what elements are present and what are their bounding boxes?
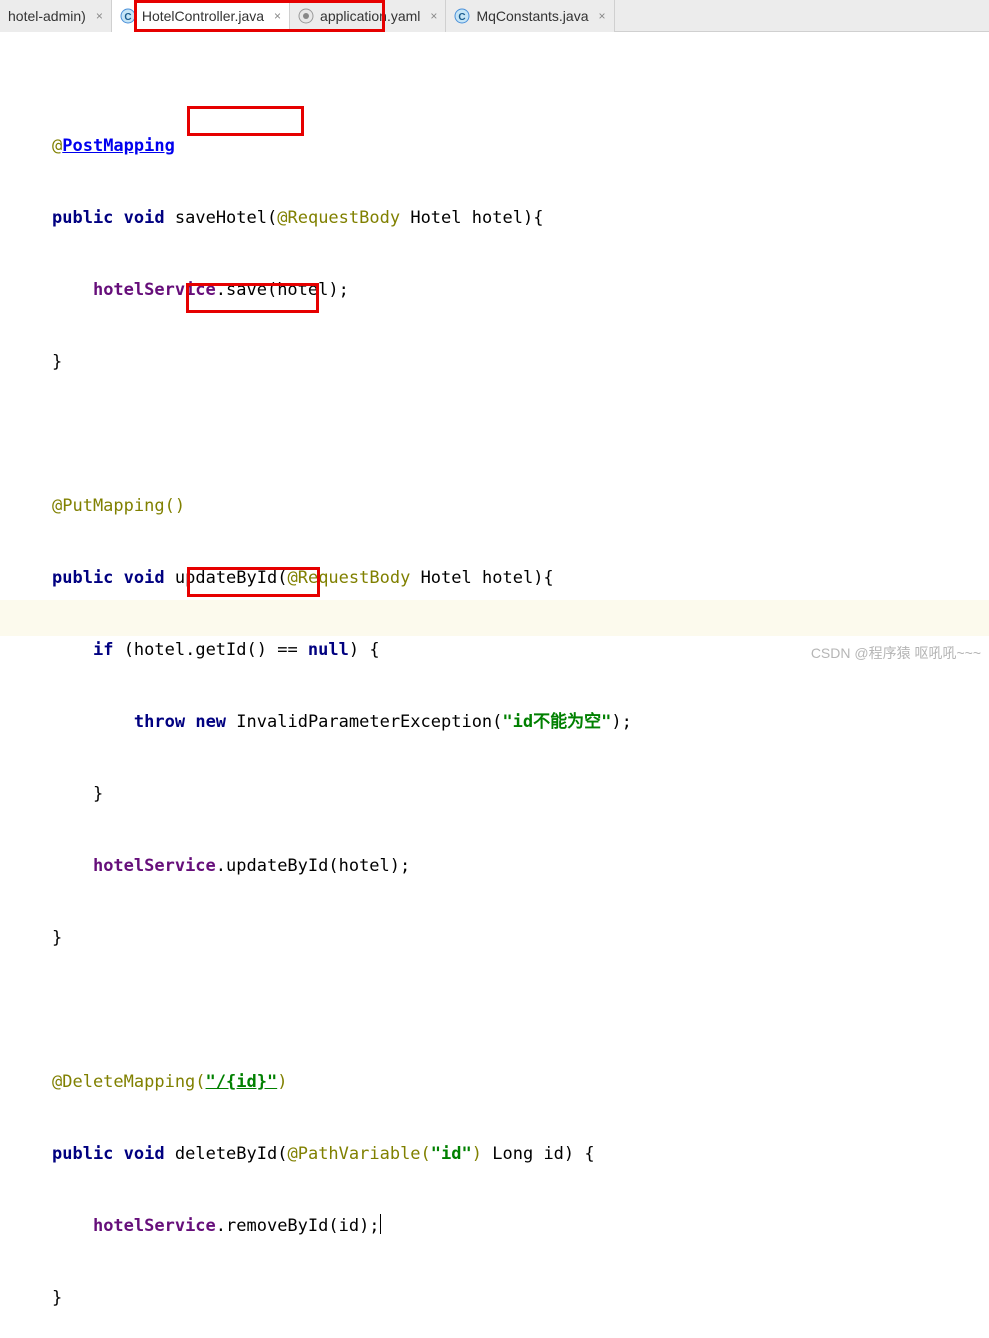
annotation-pathvariable: @PathVariable( — [287, 1144, 430, 1164]
keyword-public: public — [52, 208, 113, 228]
class-icon: C — [120, 8, 136, 24]
tab-hotelcontroller[interactable]: C HotelController.java × — [112, 0, 290, 32]
method-deletebyid: deleteById — [175, 1144, 277, 1164]
string-path: "/{id}" — [206, 1072, 278, 1092]
close-icon[interactable]: × — [430, 9, 437, 23]
call-removebyid: .removeById(id); — [216, 1216, 380, 1236]
code-editor[interactable]: @PostMapping public void saveHotel(@Requ… — [0, 32, 989, 1338]
annotation-postmapping[interactable]: PostMapping — [62, 136, 175, 156]
yaml-icon — [298, 8, 314, 24]
keyword-throw: throw — [134, 712, 185, 732]
field-hotelservice: hotelService — [93, 280, 216, 300]
string-id: "id" — [431, 1144, 472, 1164]
param-hotel: hotel — [472, 208, 523, 228]
string-idmsg: "id不能为空" — [502, 712, 611, 732]
tab-mqconstants[interactable]: C MqConstants.java × — [446, 0, 614, 32]
close-icon[interactable]: × — [96, 9, 103, 23]
keyword-void: void — [124, 208, 165, 228]
text-cursor — [380, 1214, 381, 1234]
method-updatebyid: updateById — [175, 568, 277, 588]
tab-label: hotel-admin) — [8, 8, 86, 24]
param-hotel: hotel — [482, 568, 533, 588]
keyword-if: if — [93, 640, 113, 660]
annotation-deletemapping: @DeleteMapping( — [52, 1072, 206, 1092]
keyword-void: void — [124, 568, 165, 588]
keyword-new: new — [195, 712, 226, 732]
paren-close: ) — [277, 1072, 287, 1092]
svg-text:C: C — [124, 12, 131, 23]
tab-label: HotelController.java — [142, 8, 264, 24]
keyword-void: void — [124, 1144, 165, 1164]
tab-label: application.yaml — [320, 8, 420, 24]
keyword-public: public — [52, 1144, 113, 1164]
param-id: id — [543, 1144, 563, 1164]
annotation-at: @ — [52, 136, 62, 156]
keyword-public: public — [52, 568, 113, 588]
field-hotelservice: hotelService — [93, 1216, 216, 1236]
class-invalidparam: InvalidParameterException( — [236, 712, 502, 732]
type-hotel: Hotel — [410, 208, 461, 228]
watermark: CSDN @程序猿 呕吼吼~~~ — [811, 643, 981, 663]
class-icon: C — [454, 8, 470, 24]
field-hotelservice: hotelService — [93, 856, 216, 876]
type-long: Long — [492, 1144, 533, 1164]
paren-close: ) — [472, 1144, 482, 1164]
paren-end: ); — [611, 712, 631, 732]
expr-getid: (hotel.getId() == — [124, 640, 308, 660]
close-icon[interactable]: × — [599, 9, 606, 23]
annotation-putmapping: @PutMapping() — [52, 496, 185, 516]
tab-bar: hotel-admin) × C HotelController.java × … — [0, 0, 989, 32]
method-savehotel: saveHotel — [175, 208, 267, 228]
type-hotel: Hotel — [421, 568, 472, 588]
annotation-requestbody: @RequestBody — [287, 568, 410, 588]
call-updatebyid: .updateById(hotel); — [216, 856, 410, 876]
tab-hotel-admin[interactable]: hotel-admin) × — [0, 0, 112, 32]
svg-text:C: C — [459, 12, 466, 23]
keyword-null: null — [308, 640, 349, 660]
call-save: .save(hotel); — [216, 280, 349, 300]
annotation-requestbody: @RequestBody — [277, 208, 400, 228]
tab-application-yaml[interactable]: application.yaml × — [290, 0, 446, 32]
tab-label: MqConstants.java — [476, 8, 588, 24]
close-icon[interactable]: × — [274, 9, 281, 23]
